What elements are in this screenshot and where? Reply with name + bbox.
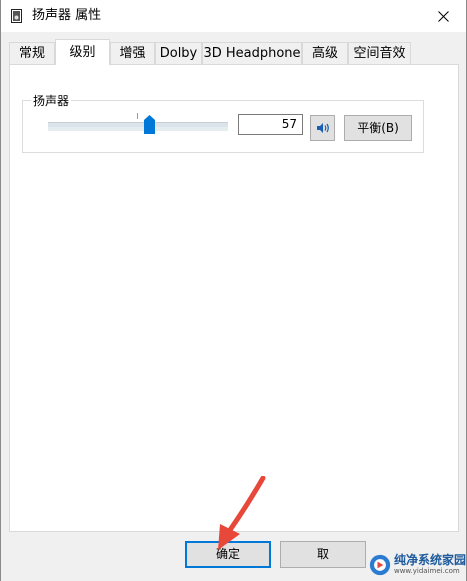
speaker-properties-icon: [11, 9, 22, 23]
watermark: 纯净系统家园 www.yidaimei.com: [369, 548, 466, 581]
watermark-title: 纯净系统家园: [393, 553, 466, 567]
tab-general[interactable]: 常规: [9, 42, 55, 64]
tab-enhancements[interactable]: 增强: [110, 42, 155, 64]
watermark-url: www.yidaimei.com: [393, 567, 460, 575]
speaker-level-group: 扬声器 57 平衡(B): [22, 92, 424, 153]
slider-track-shadow: [48, 127, 228, 131]
slider-thumb[interactable]: [144, 115, 156, 134]
group-label-speaker: 扬声器: [31, 92, 72, 109]
tab-spatial-sound[interactable]: 空间音效: [348, 42, 411, 64]
tab-dolby[interactable]: Dolby: [155, 42, 202, 64]
tab-3d-headphone[interactable]: 3D Headphone: [202, 42, 302, 64]
tab-panel-levels: 扬声器 57 平衡(B): [9, 64, 459, 532]
watermark-logo-icon: [369, 554, 391, 575]
mute-button[interactable]: [310, 115, 335, 141]
window-title: 扬声器 属性: [32, 8, 102, 23]
close-icon: [437, 10, 449, 22]
tab-advanced[interactable]: 高级: [302, 42, 348, 64]
volume-slider[interactable]: [48, 113, 228, 135]
red-arrow-annotation: [218, 476, 266, 550]
title-bar[interactable]: 扬声器 属性: [1, 0, 466, 32]
speaker-icon: [316, 123, 329, 133]
tab-levels[interactable]: 级别: [55, 39, 110, 65]
slider-tick: [137, 113, 138, 119]
balance-button[interactable]: 平衡(B): [344, 115, 412, 141]
volume-value-field[interactable]: 57: [238, 114, 303, 135]
speaker-properties-window: 扬声器 属性 常规 级别 增强 Dolby 3D Headphone 高级 空间…: [0, 0, 467, 581]
cancel-button[interactable]: 取: [280, 541, 366, 568]
close-button[interactable]: [420, 0, 466, 32]
watermark-text: 纯净系统家园 www.yidaimei.com: [394, 553, 466, 576]
